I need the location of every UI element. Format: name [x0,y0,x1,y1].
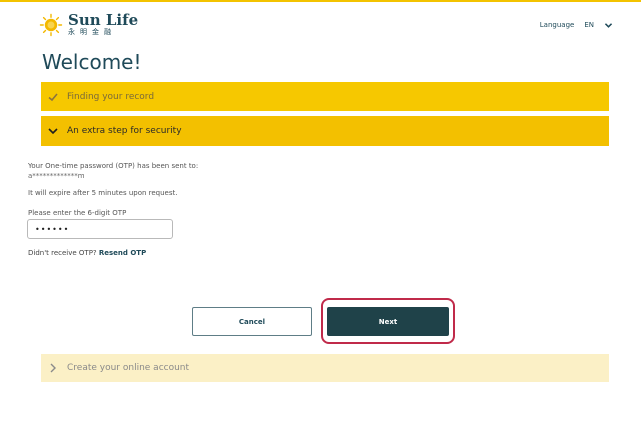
next-button-highlight [321,298,455,344]
step-label: Create your online account [67,363,190,373]
page-title: Welcome! [42,50,142,74]
chevron-right-icon [50,363,56,373]
sun-logo-icon [39,13,63,37]
step-extra-security[interactable]: An extra step for security [41,116,609,146]
top-header: Sun Life 永明金融 Language EN [0,0,641,40]
resend-prompt: Didn't receive OTP? [28,249,97,257]
cancel-button[interactable]: Cancel [192,307,312,336]
language-value: EN [584,21,594,29]
resend-otp-link[interactable]: Resend OTP [99,249,146,257]
chevron-down-icon [48,128,58,135]
resend-row: Didn't receive OTP? Resend OTP [28,249,146,257]
brand-chinese-name: 永明金融 [68,28,116,36]
otp-input-label: Please enter the 6-digit OTP [28,209,127,217]
otp-expiry-text: It will expire after 5 minutes upon requ… [28,189,178,197]
otp-input[interactable] [27,219,173,239]
chevron-down-icon [604,22,613,28]
step-label: Finding your record [67,91,155,102]
language-label: Language [539,21,575,29]
masked-email: a*************m [28,172,85,180]
step-create-account[interactable]: Create your online account [41,354,609,382]
sun-life-logo[interactable]: Sun Life 永明金融 [39,11,159,37]
check-icon [48,92,58,101]
language-selector[interactable]: Language EN [540,21,613,29]
page: Sun Life 永明金融 Language EN Welcome! Findi… [0,0,641,423]
step-label: An extra step for security [67,126,182,136]
otp-sent-text: Your One-time password (OTP) has been se… [28,162,199,170]
step-finding-record[interactable]: Finding your record [41,82,609,111]
